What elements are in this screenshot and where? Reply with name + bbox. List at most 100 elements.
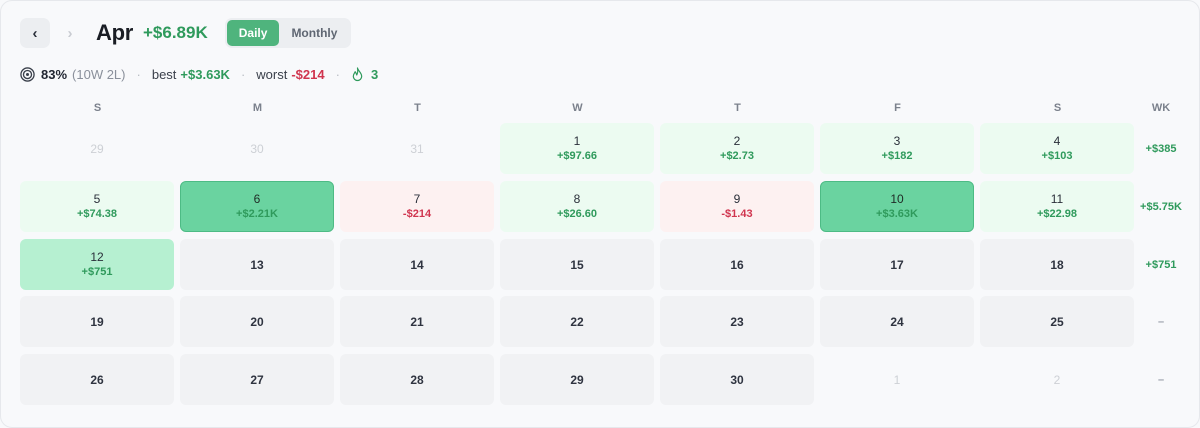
day-cell[interactable]: 2 +$2.73: [660, 123, 814, 174]
chevron-right-icon: ›: [67, 24, 73, 42]
win-rate: 83%: [41, 66, 68, 82]
day-cell: 29: [20, 123, 174, 174]
day-pnl: +$97.66: [556, 150, 598, 162]
best-value: +$3.63K: [180, 66, 230, 82]
day-cell[interactable]: 12 +$751: [20, 239, 174, 290]
worst-label: worst: [256, 66, 288, 82]
day-pnl: +$2.21K: [236, 208, 278, 220]
weekday-header-sun: S: [93, 102, 102, 114]
target-icon: [20, 66, 35, 82]
day-cell[interactable]: 16: [660, 239, 814, 290]
day-cell[interactable]: 19: [20, 296, 174, 347]
day-cell[interactable]: 24: [820, 296, 974, 347]
day-pnl: +$74.38: [76, 208, 118, 220]
day-number: 2: [733, 134, 741, 148]
day-cell[interactable]: 29: [500, 354, 654, 405]
day-number: 18: [1050, 257, 1064, 272]
next-month-button[interactable]: ›: [55, 18, 85, 48]
day-number: 26: [90, 372, 104, 387]
day-number: 2: [1053, 372, 1061, 387]
win-streak: 3: [370, 66, 379, 82]
day-number: 15: [570, 257, 584, 272]
separator: ·: [136, 66, 141, 82]
day-number: 7: [413, 192, 421, 206]
day-number: 16: [730, 257, 744, 272]
weekday-header-fri: F: [894, 102, 901, 114]
week-total: +$751: [1145, 258, 1177, 271]
view-daily-button[interactable]: Daily: [226, 20, 280, 46]
day-cell[interactable]: 7 -$214: [340, 181, 494, 232]
day-cell[interactable]: 15: [500, 239, 654, 290]
day-cell[interactable]: 5 +$74.38: [20, 181, 174, 232]
day-cell: 31: [340, 123, 494, 174]
day-pnl: +$182: [881, 150, 913, 162]
day-number: 20: [250, 314, 264, 329]
day-cell[interactable]: 25: [980, 296, 1134, 347]
day-number: 1: [893, 372, 901, 387]
day-number: 5: [93, 192, 101, 206]
day-number: 11: [1050, 192, 1064, 206]
day-cell[interactable]: 30: [660, 354, 814, 405]
day-cell[interactable]: 8 +$26.60: [500, 181, 654, 232]
day-cell: 2: [980, 354, 1134, 405]
day-number: 21: [410, 314, 424, 329]
day-cell[interactable]: 18: [980, 239, 1134, 290]
win-loss-record: (10W 2L): [72, 66, 126, 82]
weekday-header-tue: T: [414, 102, 421, 114]
week-total: +$5.75K: [1140, 200, 1182, 213]
day-cell[interactable]: 10 +$3.63K: [820, 181, 974, 232]
stats-row: 83% (10W 2L) · best +$3.63K · worst -$21…: [20, 64, 378, 84]
day-number: 9: [733, 192, 741, 206]
chevron-left-icon: ‹: [32, 24, 38, 42]
day-cell[interactable]: 1 +$97.66: [500, 123, 654, 174]
month-title: Apr: [96, 20, 133, 45]
day-number: 13: [250, 257, 264, 272]
weekday-header-wed: W: [572, 102, 583, 114]
day-number: 29: [570, 372, 584, 387]
day-number: 4: [1053, 134, 1061, 148]
day-number: 22: [570, 314, 584, 329]
day-number: 19: [90, 314, 104, 329]
day-cell[interactable]: 23: [660, 296, 814, 347]
view-monthly-button[interactable]: Monthly: [279, 20, 349, 46]
day-cell[interactable]: 13: [180, 239, 334, 290]
day-pnl: +$26.60: [556, 208, 598, 220]
day-pnl: -$1.43: [721, 208, 753, 220]
day-number: 23: [730, 314, 744, 329]
flame-icon: [352, 66, 363, 81]
day-cell[interactable]: 21: [340, 296, 494, 347]
day-number: 25: [1050, 314, 1064, 329]
day-number: 30: [730, 372, 744, 387]
week-total: +$385: [1145, 142, 1177, 155]
day-cell[interactable]: 3 +$182: [820, 123, 974, 174]
week-total: –: [1157, 373, 1165, 386]
day-cell[interactable]: 20: [180, 296, 334, 347]
day-pnl: +$22.98: [1036, 208, 1078, 220]
weekday-header-sat: S: [1053, 102, 1062, 114]
day-number: 31: [410, 141, 424, 156]
week-total-header: WK: [1151, 102, 1171, 114]
day-cell[interactable]: 17: [820, 239, 974, 290]
day-number: 17: [890, 257, 904, 272]
day-number: 3: [893, 134, 901, 148]
separator: ·: [335, 66, 340, 82]
day-number: 14: [410, 257, 424, 272]
day-cell[interactable]: 11 +$22.98: [980, 181, 1134, 232]
best-label: best: [151, 66, 177, 82]
day-cell[interactable]: 28: [340, 354, 494, 405]
day-cell[interactable]: 9 -$1.43: [660, 181, 814, 232]
day-cell[interactable]: 4 +$103: [980, 123, 1134, 174]
day-cell[interactable]: 14: [340, 239, 494, 290]
day-pnl: +$751: [81, 266, 113, 278]
prev-month-button[interactable]: ‹: [20, 18, 50, 48]
day-cell[interactable]: 27: [180, 354, 334, 405]
day-pnl: +$3.63K: [876, 208, 918, 220]
day-cell[interactable]: 26: [20, 354, 174, 405]
day-number: 10: [890, 192, 904, 206]
day-cell[interactable]: 22: [500, 296, 654, 347]
day-cell: 1: [820, 354, 974, 405]
day-cell[interactable]: 6 +$2.21K: [180, 181, 334, 232]
day-pnl: -$214: [402, 208, 432, 220]
view-toggle: Daily Monthly: [224, 18, 352, 48]
calendar-toolbar: ‹ › Apr +$6.89K Daily Monthly: [20, 18, 352, 48]
